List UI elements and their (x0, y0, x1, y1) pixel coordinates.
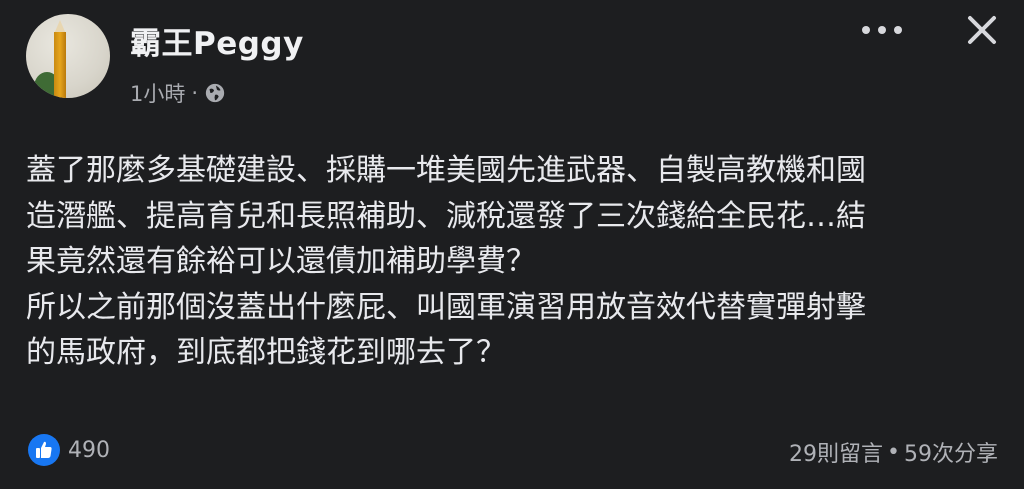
like-icon (28, 434, 60, 466)
comments-count[interactable]: 29則留言 (789, 436, 883, 468)
shares-count[interactable]: 59次分享 (904, 436, 998, 468)
author-name[interactable]: 霸王Peggy (130, 18, 304, 63)
reactions-count: 490 (68, 437, 110, 463)
stats-separator: • (887, 439, 900, 465)
avatar[interactable] (26, 14, 110, 98)
post-card: 霸王Peggy 1小時 · 蓋了那麼多基礎建設、採購一堆美國先進武器、自製高教機… (0, 0, 1024, 489)
meta-separator: · (191, 81, 199, 105)
avatar-pencil (54, 32, 66, 98)
post-meta: 1小時 · (130, 78, 226, 108)
globe-icon (205, 83, 225, 103)
post-time[interactable]: 1小時 (130, 78, 185, 108)
close-icon[interactable] (962, 10, 1002, 50)
more-options-icon[interactable] (862, 18, 902, 42)
reactions-summary[interactable]: 490 (28, 434, 110, 466)
post-body: 蓋了那麼多基礎建設、採購一堆美國先進武器、自製高教機和國 造潛艦、提高育兒和長照… (26, 153, 866, 370)
engagement-stats: 29則留言 • 59次分享 (789, 436, 998, 468)
